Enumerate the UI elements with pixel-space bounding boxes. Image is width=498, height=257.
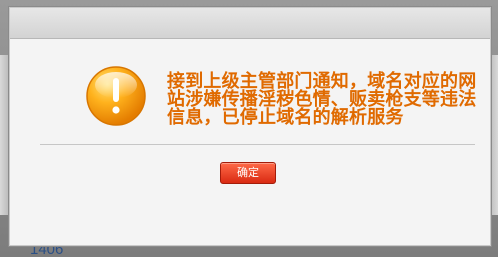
background-panel-edge-right (490, 55, 498, 215)
background-panel-edge-left (0, 55, 8, 215)
block-notice-message: 接到上级主管部门通知，域名对应的网站涉嫌传播淫秽色情、贩卖枪支等违法信息，已停止… (167, 71, 477, 128)
dialog-divider (40, 144, 475, 145)
page: 1406 接到上级主管部门通知，域名对应的网站涉嫌传播淫秽色情、贩卖枪支等违法信… (0, 0, 498, 257)
exclamation-warning-icon (86, 66, 146, 126)
ok-button[interactable]: 确定 (220, 162, 276, 184)
alert-dialog: 接到上级主管部门通知，域名对应的网站涉嫌传播淫秽色情、贩卖枪支等违法信息，已停止… (9, 7, 491, 246)
dialog-titlebar (10, 8, 490, 39)
dialog-body (10, 39, 490, 245)
